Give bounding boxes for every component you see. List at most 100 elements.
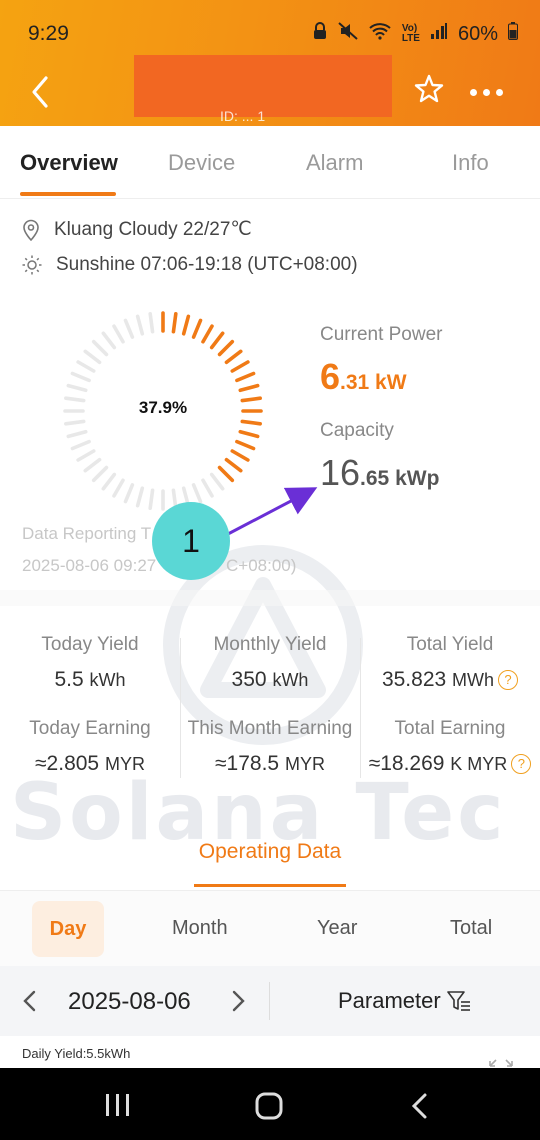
period-year[interactable]: Year bbox=[317, 917, 357, 940]
back-button[interactable] bbox=[26, 74, 56, 110]
gauge-tick bbox=[230, 360, 250, 373]
annotation-arrow bbox=[227, 487, 318, 536]
gauge-tick bbox=[238, 429, 260, 439]
status-time: 9:29 bbox=[28, 22, 69, 45]
gauge-tick bbox=[135, 486, 145, 508]
operating-underline bbox=[194, 884, 346, 887]
gauge-percent: 37.9% bbox=[138, 398, 188, 417]
gauge-tick bbox=[64, 396, 86, 403]
tab-alarm[interactable]: Alarm bbox=[306, 150, 363, 176]
gauge-tick bbox=[112, 324, 125, 344]
gauge-tick bbox=[171, 312, 178, 334]
dot-icon bbox=[470, 88, 477, 96]
battery-icon bbox=[508, 22, 518, 46]
gauge-tick bbox=[240, 396, 262, 403]
current-power-int: 6 bbox=[320, 356, 341, 397]
weather-row: Kluang Cloudy 22/27℃ bbox=[22, 218, 252, 241]
total-yield: Total Yield 35.823 MWh? bbox=[360, 634, 540, 692]
location-pin-icon bbox=[23, 219, 39, 241]
gauge-tick bbox=[191, 318, 203, 339]
stat-unit: kWh bbox=[272, 670, 309, 690]
volte-icon: Vo) LTE bbox=[401, 23, 420, 44]
parameter-button[interactable]: Parameter bbox=[338, 988, 471, 1014]
stat-unit: MYR bbox=[284, 754, 325, 774]
selected-date[interactable]: 2025-08-06 bbox=[68, 988, 191, 1016]
sunshine-row: Sunshine 07:06-19:18 (UTC+08:00) bbox=[22, 254, 358, 276]
filter-icon bbox=[446, 991, 470, 1011]
gauge-tick bbox=[70, 439, 91, 451]
month-earning: This Month Earning ≈178.5 MYR bbox=[180, 718, 360, 776]
dot-icon bbox=[496, 88, 503, 96]
stat-value: 350 bbox=[231, 668, 267, 691]
gauge-tick bbox=[209, 331, 225, 350]
today-earning: Today Earning ≈2.805 MYR bbox=[0, 718, 180, 776]
gauge-tick bbox=[91, 465, 109, 483]
battery-percent: 60% bbox=[457, 22, 498, 45]
stat-value: ≈18.269 bbox=[368, 752, 445, 775]
current-power-value: 6.31 kW bbox=[320, 356, 407, 398]
back-icon bbox=[411, 1093, 427, 1119]
gauge-tick bbox=[76, 360, 96, 373]
gauge-tick bbox=[201, 478, 214, 498]
period-day[interactable]: Day bbox=[32, 901, 104, 957]
period-total[interactable]: Total bbox=[450, 917, 492, 940]
gauge-tick bbox=[66, 429, 88, 439]
operating-data-tab[interactable]: Operating Data bbox=[0, 840, 540, 864]
favorite-button[interactable] bbox=[412, 72, 446, 106]
plant-id: ID: ... 1 bbox=[220, 108, 266, 124]
stat-value: ≈178.5 bbox=[215, 752, 280, 775]
gauge-tick bbox=[235, 371, 256, 383]
date-bar-separator bbox=[269, 982, 270, 1020]
stat-unit: MYR bbox=[104, 754, 145, 774]
gauge-tick bbox=[135, 314, 145, 336]
home-icon bbox=[255, 1092, 283, 1120]
today-yield: Today Yield 5.5 kWh bbox=[0, 634, 180, 692]
sun-icon bbox=[22, 255, 42, 275]
gauge-tick bbox=[101, 331, 117, 350]
gauge-tick bbox=[123, 483, 135, 504]
reporting-label: Data Reporting T bbox=[22, 524, 152, 543]
monthly-yield: Monthly Yield 350 kWh bbox=[180, 634, 360, 692]
system-back-button[interactable] bbox=[408, 1092, 432, 1125]
wifi-icon bbox=[368, 22, 392, 46]
current-power-dec: .31 kW bbox=[340, 371, 407, 394]
gauge-tick bbox=[66, 383, 88, 393]
period-month[interactable]: Month bbox=[172, 917, 228, 940]
next-date-button[interactable] bbox=[226, 986, 250, 1021]
stat-value: 35.823 bbox=[381, 668, 447, 691]
gauge-tick bbox=[76, 449, 96, 462]
prev-date-button[interactable] bbox=[18, 986, 42, 1021]
parameter-label: Parameter bbox=[338, 988, 441, 1013]
home-button[interactable] bbox=[254, 1092, 284, 1125]
tab-info[interactable]: Info bbox=[452, 150, 489, 176]
tab-bar: Overview Device Alarm Info bbox=[0, 126, 540, 199]
gauge-tick bbox=[238, 383, 260, 393]
period-selector: Day Month Year Total bbox=[0, 890, 540, 967]
help-icon[interactable]: ? bbox=[498, 670, 519, 691]
weather-text: Kluang Cloudy 22/27℃ bbox=[54, 219, 252, 240]
signal-icon bbox=[430, 22, 448, 46]
system-nav-bar bbox=[0, 1068, 540, 1140]
gauge-tick bbox=[230, 449, 250, 462]
stat-title: Total Yield bbox=[406, 634, 494, 655]
star-icon bbox=[414, 74, 444, 103]
mute-icon bbox=[338, 22, 358, 46]
stat-title: Monthly Yield bbox=[213, 634, 327, 655]
sunshine-text: Sunshine 07:06-19:18 (UTC+08:00) bbox=[56, 254, 358, 275]
stat-unit: K MYR bbox=[450, 754, 508, 774]
more-options-button[interactable] bbox=[470, 80, 514, 104]
gauge-tick bbox=[91, 339, 109, 357]
tab-device[interactable]: Device bbox=[168, 150, 235, 176]
recent-apps-button[interactable] bbox=[104, 1092, 132, 1123]
tab-overview[interactable]: Overview bbox=[20, 150, 118, 176]
current-power-label: Current Power bbox=[320, 324, 443, 345]
gauge-tick bbox=[148, 312, 155, 334]
gauge-tick bbox=[123, 318, 135, 339]
chevron-right-icon bbox=[232, 990, 245, 1012]
help-icon[interactable]: ? bbox=[511, 754, 532, 775]
capacity-dec: .65 kWp bbox=[360, 467, 440, 490]
tab-indicator bbox=[20, 192, 116, 196]
gauge-tick bbox=[112, 478, 125, 498]
capacity-label: Capacity bbox=[320, 420, 394, 441]
stat-title: Total Earning bbox=[394, 718, 506, 739]
